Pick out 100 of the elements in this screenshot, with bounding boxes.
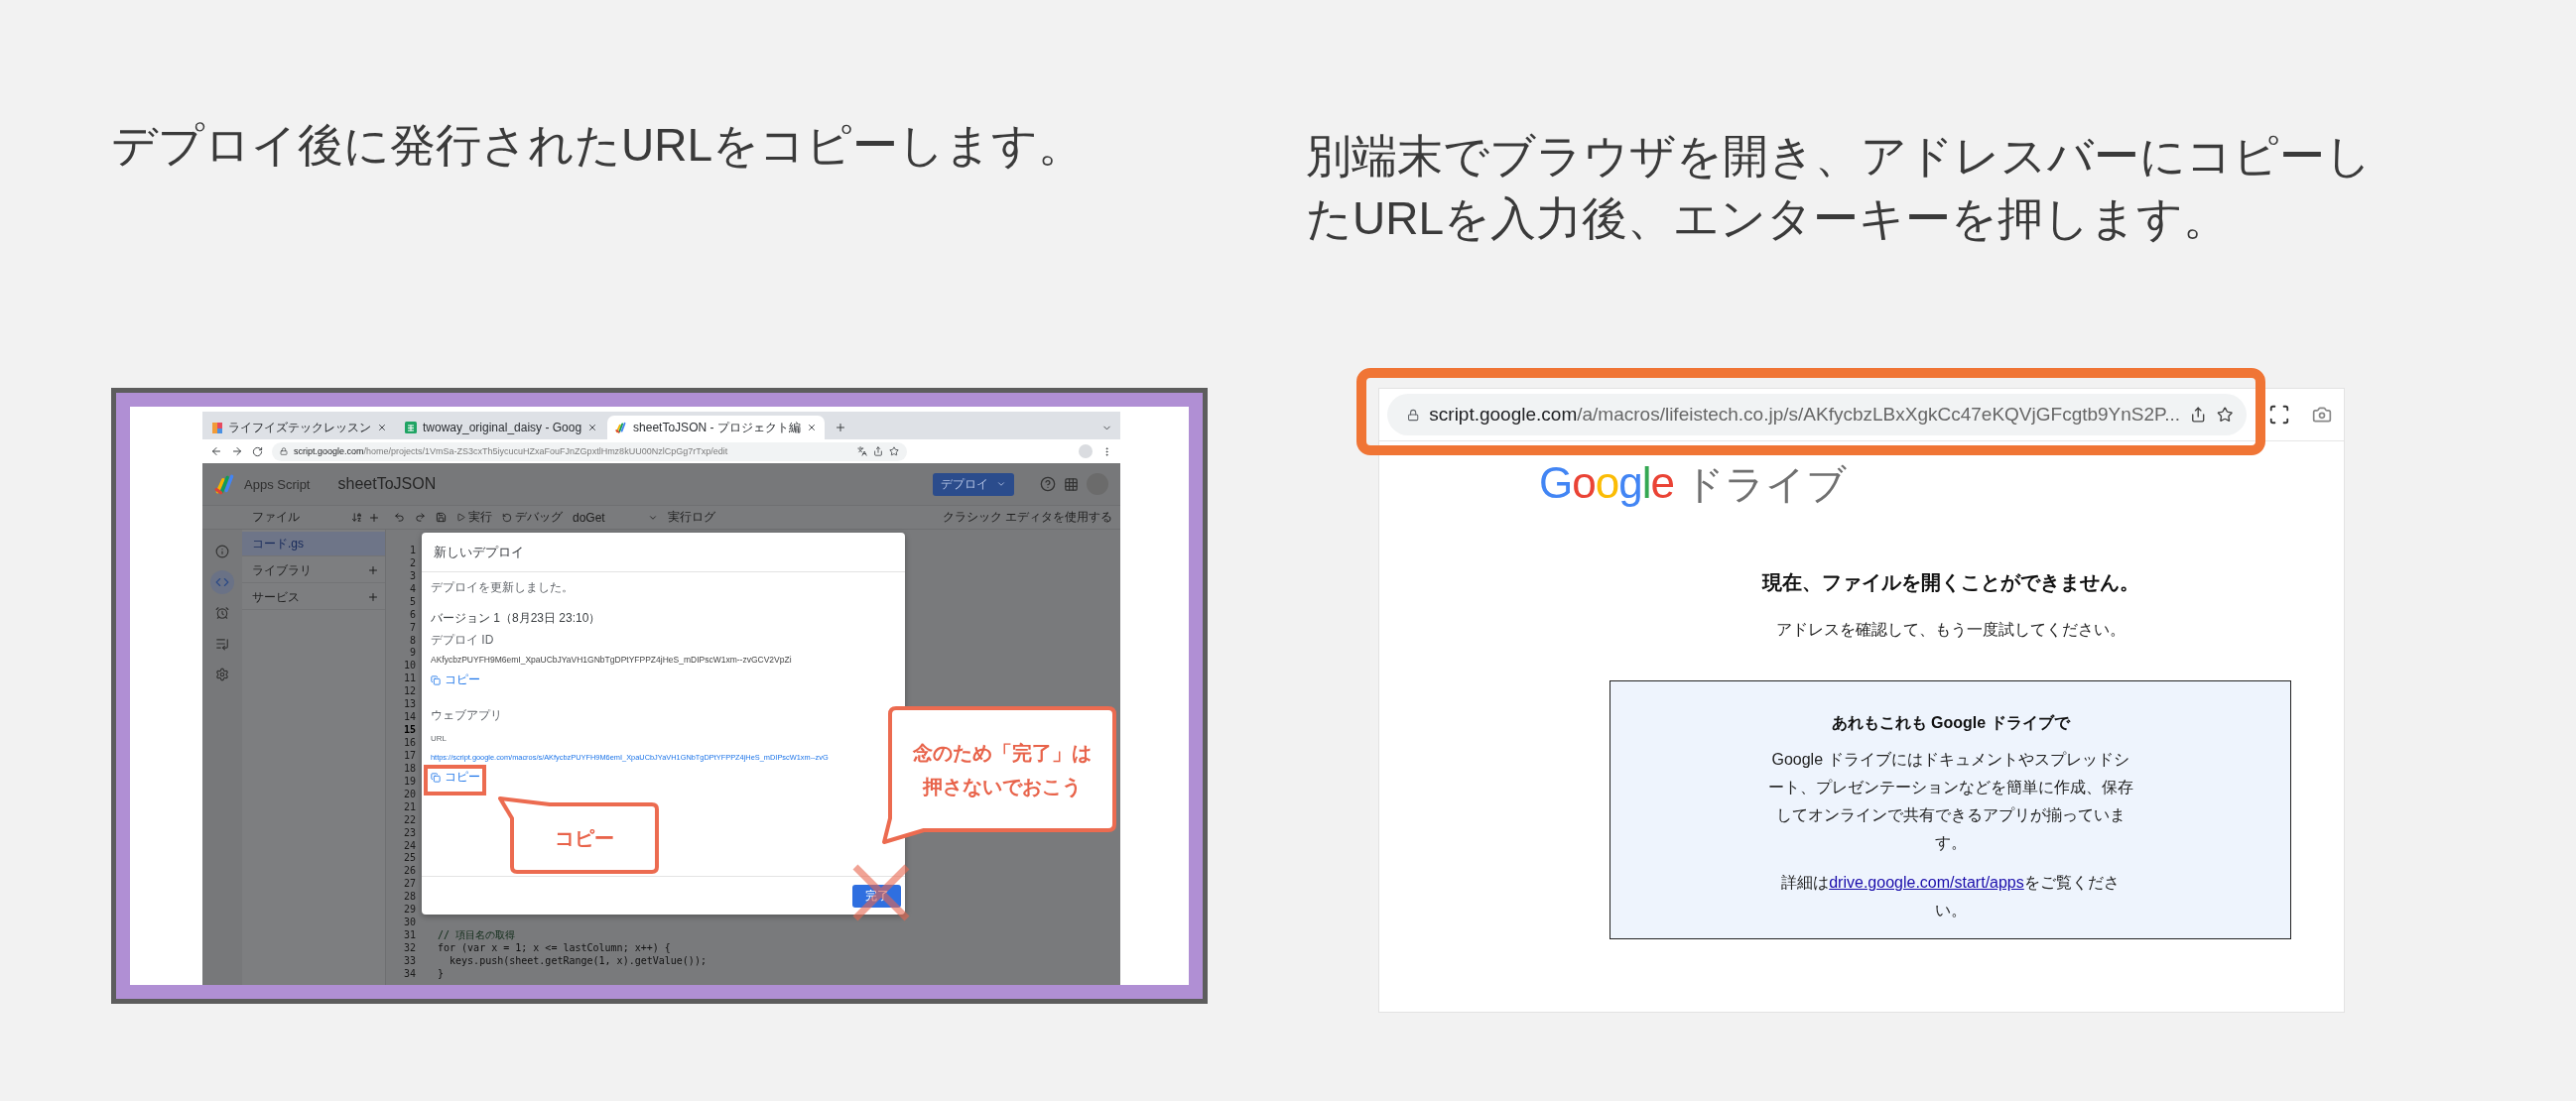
line-number: 24	[402, 839, 416, 851]
line-number: 25	[402, 852, 416, 864]
file-name: コード.gs	[252, 535, 304, 552]
drive-link[interactable]: drive.google.com/start/apps	[1829, 874, 2024, 891]
back-icon[interactable]	[210, 445, 222, 457]
step-caption: 別端末でブラウザを開き、アドレスバーにコピーしたURLを入力後、エンターキーを押します。	[1306, 129, 2373, 246]
line-number: 27	[402, 878, 416, 890]
copy-link[interactable]: コピー	[431, 769, 480, 786]
app-name: Apps Script	[244, 476, 311, 492]
line-number: 1	[408, 544, 416, 555]
apps-script-logo	[214, 473, 236, 495]
line-number: 4	[408, 582, 416, 594]
undo-icon[interactable]	[394, 512, 405, 523]
line-number: 13	[402, 698, 416, 710]
help-icon[interactable]	[1040, 476, 1056, 492]
save-icon[interactable]	[436, 512, 447, 523]
file-name: サービス	[252, 588, 300, 606]
file-item[interactable]: コード.gs	[242, 532, 385, 556]
code-line: }	[438, 967, 445, 979]
line-number: 6	[408, 608, 416, 620]
line-number: 8	[408, 634, 416, 646]
circular-arrow-icon	[502, 512, 512, 523]
camera-icon[interactable]	[2312, 405, 2332, 425]
line-number: 30	[402, 917, 416, 928]
classic-editor-link[interactable]: クラシック エディタを使用する	[942, 509, 1112, 526]
add-icon[interactable]	[367, 591, 379, 603]
log-button[interactable]: 実行ログ	[667, 509, 715, 526]
line-number: 20	[402, 788, 416, 799]
browser-tab[interactable]: twoway_original_daisy - Goog	[397, 416, 606, 439]
address-bar[interactable]: script.google.com/a/macros/lifeistech.co.jp/s/AKfycbzLBxXgkCc47eKQVjGFcgtb9YnS2P...	[1387, 394, 2247, 435]
function-select[interactable]: doGet	[573, 510, 658, 525]
error-heading: 現在、ファイルを開くことができません。	[1761, 570, 2139, 595]
forward-icon[interactable]	[231, 445, 243, 457]
browser-tab[interactable]: sheetToJSON - プロジェクト編	[607, 416, 825, 439]
play-icon	[456, 513, 465, 522]
debug-button[interactable]: デバッグ	[502, 509, 563, 526]
file-item[interactable]: ライブラリ	[242, 558, 385, 583]
line-number: 9	[408, 647, 416, 659]
google-logo: Google	[1539, 458, 1674, 508]
close-icon[interactable]	[587, 423, 598, 432]
file-item[interactable]: サービス	[242, 585, 385, 610]
reload-icon[interactable]	[252, 445, 263, 457]
line-number: 12	[402, 685, 416, 697]
field-label: デプロイ ID	[431, 633, 494, 647]
scan-icon[interactable]	[2268, 404, 2290, 426]
add-icon[interactable]	[367, 564, 379, 576]
promo-text: Google ドライブにはドキュメントやスプレッドシート、プレゼンテーションなどを簡単に作成、保存してオンラインで共有できるアプリが揃っています。	[1766, 750, 2134, 853]
code-icon[interactable]	[215, 575, 229, 589]
deploy-id: AKfycbzPUYFH9M6emI_XpaUCbJYaVH1GNbTgDPtYFPPZ4jHeS_mDIPscW1xm--zvGCV2VpZi	[431, 654, 792, 667]
line-number: 3	[408, 569, 416, 581]
url-text: script.google.com/a/macros/lifeistech.co.jp/s/AKfycbzLBxXgkCc47eKQVjGFcgtb9YnS2P...	[1429, 404, 2181, 426]
close-icon[interactable]	[377, 423, 387, 432]
add-icon[interactable]	[368, 511, 380, 524]
address-bar[interactable]: script.google.com/home/projects/1VmSa-ZS3cxTh5iycucuHZxaFouFJnZGpxtlHmz8kUU00NzlCpGg7rTxp/edit	[272, 441, 907, 461]
share-icon[interactable]	[2190, 405, 2207, 425]
apps-grid-icon[interactable]	[1064, 476, 1079, 492]
translate-icon[interactable]	[857, 446, 867, 456]
caret-icon	[996, 479, 1006, 489]
error-message: アドレスを確認して、もう一度試してください。	[1775, 620, 2125, 640]
lock-icon	[1407, 407, 1420, 423]
line-number: 17	[402, 749, 416, 761]
info-icon[interactable]	[215, 545, 229, 558]
line-number: 22	[402, 813, 416, 825]
line-number: 23	[402, 826, 416, 838]
deploy-button[interactable]: デプロイ	[933, 472, 1014, 496]
settings-icon[interactable]	[215, 668, 229, 681]
line-number: 18	[402, 762, 416, 774]
line-number: 31	[402, 929, 416, 941]
copy-link[interactable]: コピー	[431, 672, 480, 688]
redo-icon[interactable]	[415, 512, 426, 523]
share-icon[interactable]	[873, 446, 883, 456]
project-title: sheetToJSON	[337, 475, 437, 493]
speech-bubble: コピー	[498, 796, 659, 874]
favicon-icon	[212, 422, 222, 433]
copy-icon	[431, 674, 441, 685]
line-number: 28	[402, 891, 416, 903]
browser-tab[interactable]: ライフイズテックレッスン	[204, 416, 395, 439]
list-icon[interactable]	[215, 637, 229, 651]
copy-icon	[431, 772, 441, 783]
url-text: script.google.com/home/projects/1VmSa-ZS3cxTh5iycucuHZxaFouFJnZGpxtlHmz8kUU00NzlCpGg7rTxp/edit	[294, 446, 729, 456]
line-number: 5	[408, 595, 416, 607]
star-icon[interactable]	[889, 446, 899, 456]
run-button[interactable]: 実行	[456, 509, 492, 526]
sort-icon[interactable]	[351, 512, 362, 523]
line-number: 2	[408, 556, 416, 568]
star-icon[interactable]	[2216, 405, 2233, 425]
version-label: バージョン 1（8月23日 23:10）	[431, 611, 601, 625]
line-number: 26	[402, 865, 416, 877]
product-name: ドライブ	[1683, 461, 1847, 508]
speech-bubble: 念のため「完了」は押さないでおこう	[882, 706, 1118, 846]
close-icon[interactable]	[806, 423, 817, 432]
line-number: 32	[402, 942, 416, 954]
done-button[interactable]: 完了	[852, 884, 901, 908]
field-label: URL	[431, 733, 447, 745]
line-number: 14	[402, 711, 416, 723]
new-tab-icon[interactable]	[834, 422, 846, 433]
code-line: for (var x = 1; x <= lastColumn; x++) {	[438, 942, 671, 954]
rail-button[interactable]	[210, 570, 234, 594]
alarm-clock-icon[interactable]	[215, 606, 229, 620]
line-number: 33	[402, 954, 416, 966]
